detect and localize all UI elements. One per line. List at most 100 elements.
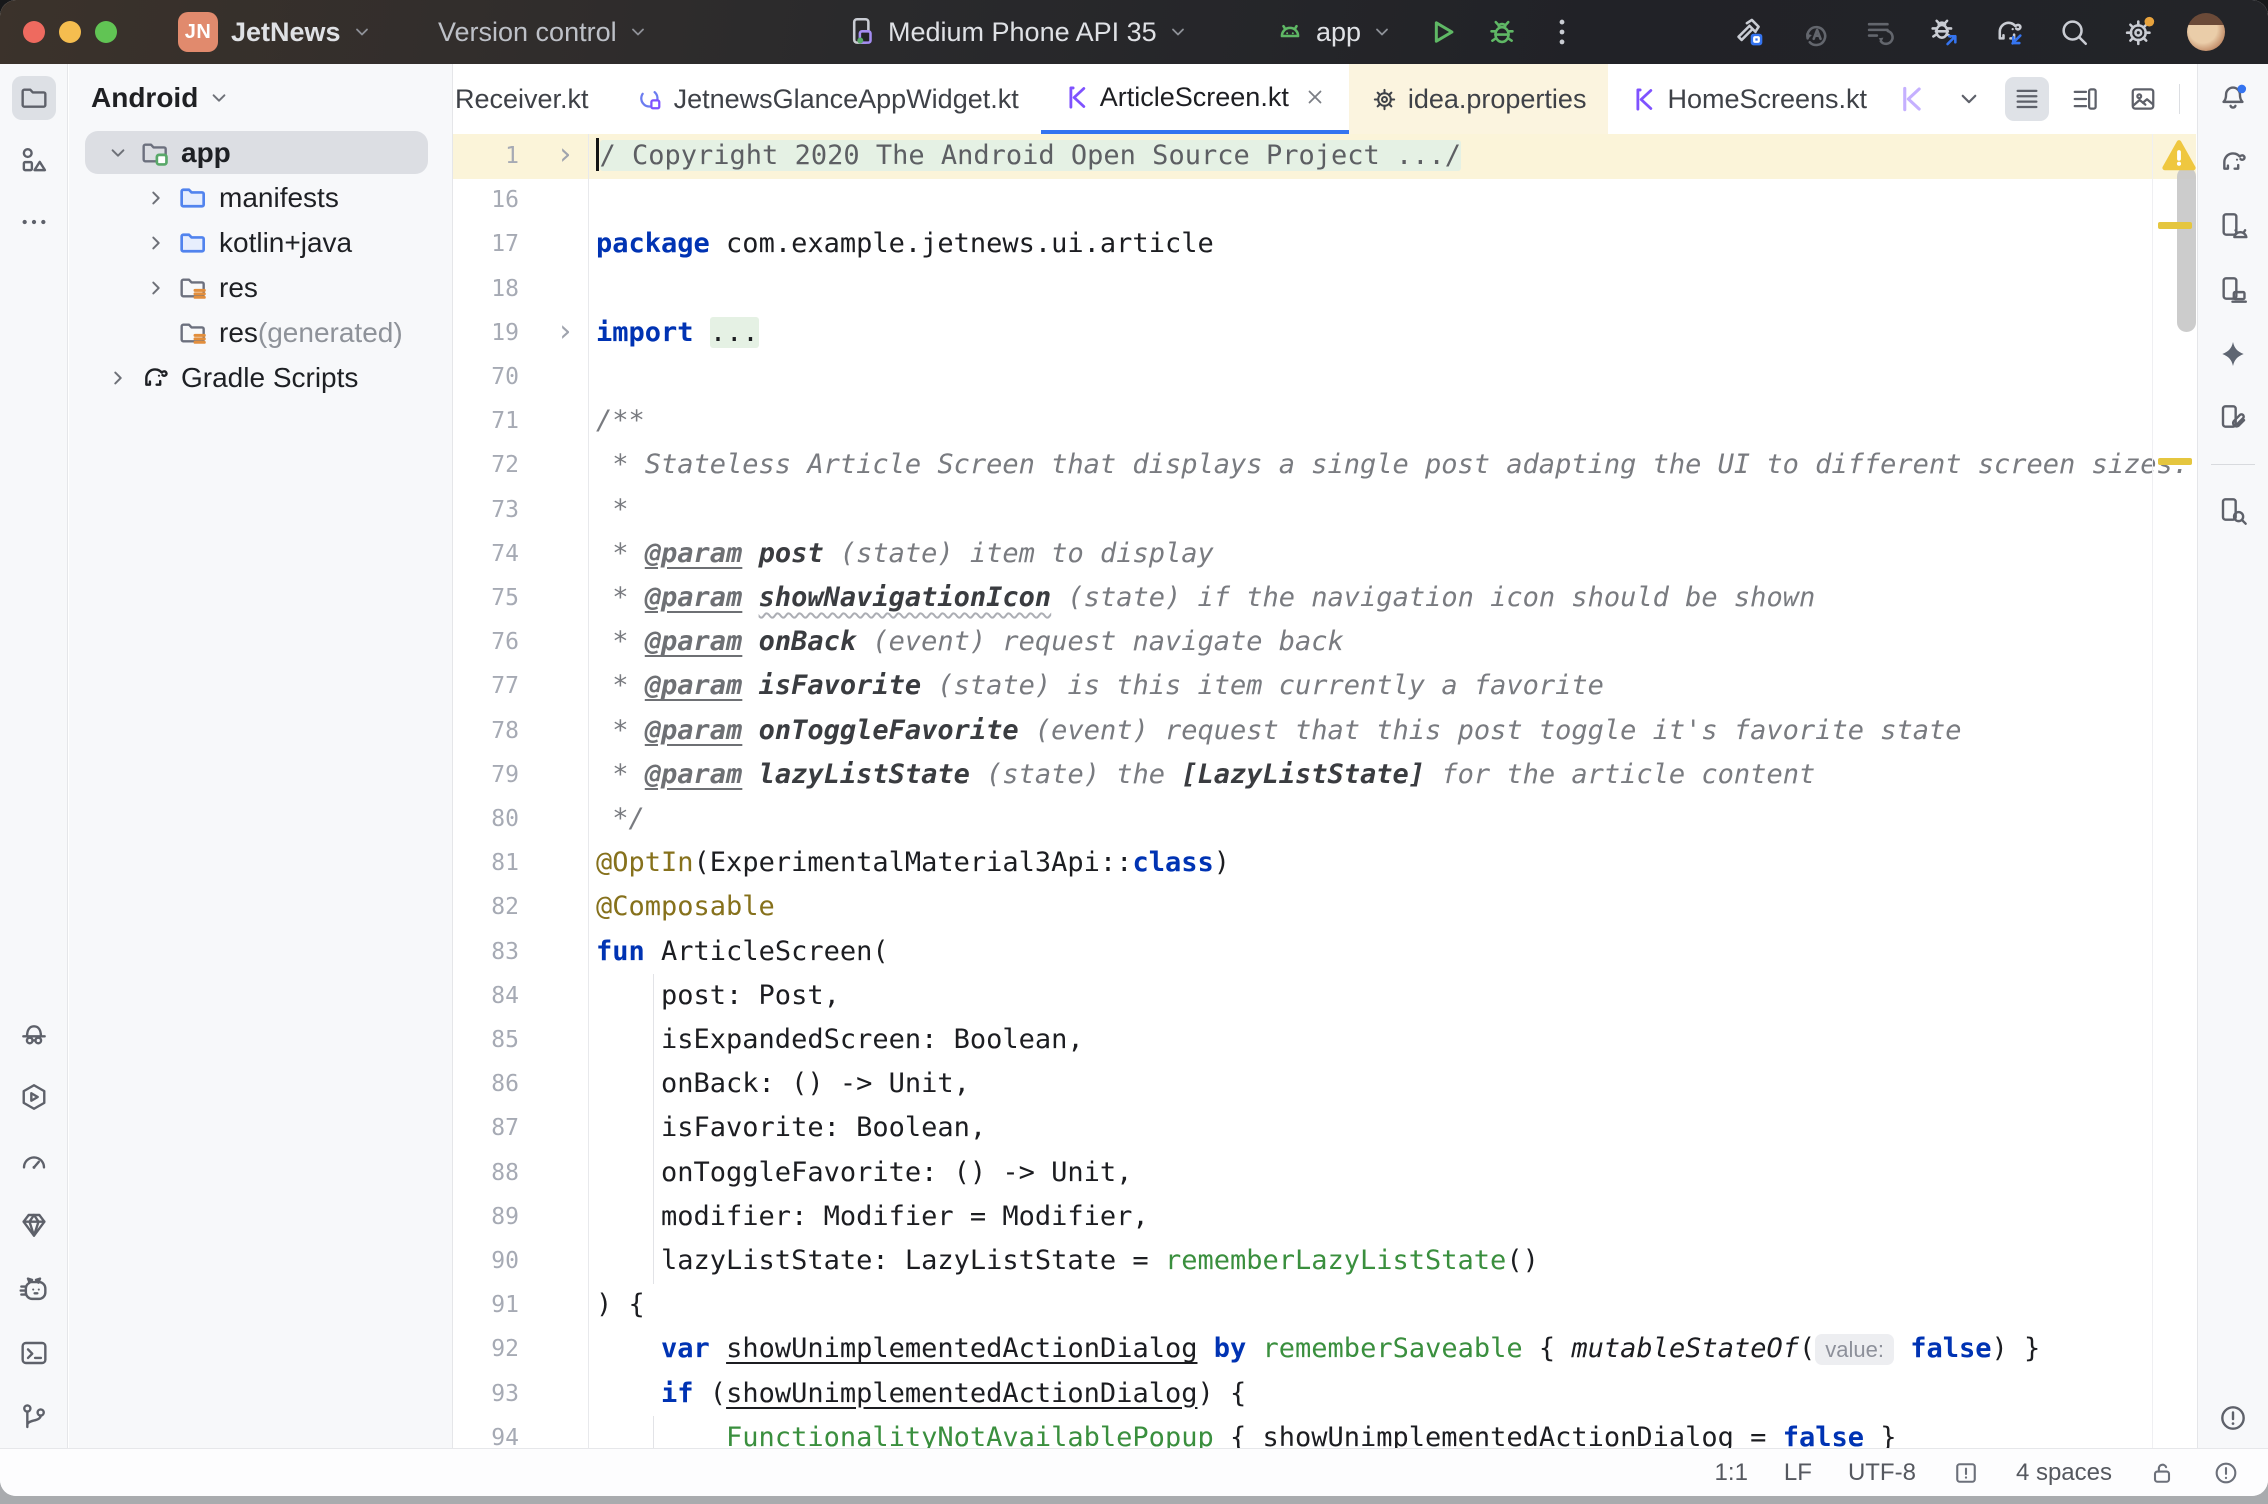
tree-item-kotlin+java[interactable]: kotlin+java bbox=[69, 220, 452, 265]
code-line-77[interactable]: 77 * @param isFavorite (state) is this i… bbox=[453, 664, 2196, 708]
tree-item-res-generated[interactable]: res (generated) bbox=[69, 310, 452, 355]
inspections-icon[interactable] bbox=[1952, 1459, 1980, 1487]
code-line-19[interactable]: 19›import ... bbox=[453, 311, 2196, 355]
profiler-icon[interactable] bbox=[12, 1139, 56, 1183]
error-circle-icon[interactable] bbox=[2212, 1459, 2240, 1487]
notifications-bell-icon[interactable] bbox=[2211, 76, 2255, 120]
unlock-icon[interactable] bbox=[2148, 1459, 2176, 1487]
more-actions-icon[interactable] bbox=[1545, 15, 1579, 49]
code-line-91[interactable]: 91) { bbox=[453, 1283, 2196, 1327]
device-manager-icon[interactable] bbox=[2211, 268, 2255, 312]
terminal-icon[interactable] bbox=[12, 1331, 56, 1375]
device-explorer-icon[interactable] bbox=[2211, 489, 2255, 533]
code-line-85[interactable]: 85 isExpandedScreen: Boolean, bbox=[453, 1018, 2196, 1062]
code-line-71[interactable]: 71/** bbox=[453, 399, 2196, 443]
tree-chevron-icon[interactable] bbox=[105, 365, 131, 391]
code-line-87[interactable]: 87 isFavorite: Boolean, bbox=[453, 1106, 2196, 1150]
build-hammer-icon[interactable] bbox=[1732, 15, 1766, 49]
code-line-72[interactable]: 72 * Stateless Article Screen that displ… bbox=[453, 443, 2196, 487]
code-line-16[interactable]: 16 bbox=[453, 178, 2196, 222]
project-view-mode-selector[interactable]: Android bbox=[91, 82, 240, 114]
code-line-1[interactable]: 1›/ Copyright 2020 The Android Open Sour… bbox=[453, 134, 2196, 178]
fold-arrow-icon[interactable]: › bbox=[556, 134, 582, 176]
fold-arrow-icon[interactable]: › bbox=[556, 311, 582, 353]
problems-icon[interactable] bbox=[2211, 1396, 2255, 1440]
window-minimize-button[interactable] bbox=[59, 21, 81, 43]
resource-manager-icon[interactable] bbox=[12, 138, 56, 182]
gradle-sync-icon[interactable] bbox=[1992, 15, 2026, 49]
code-line-76[interactable]: 76 * @param onBack (event) request navig… bbox=[453, 620, 2196, 664]
kotlin-file-icon-faded[interactable] bbox=[1889, 77, 1933, 121]
code-line-94[interactable]: 94 FunctionalityNotAvailablePopup { show… bbox=[453, 1416, 2196, 1448]
editor-scrollbar-thumb[interactable] bbox=[2177, 167, 2196, 332]
device-pairing-icon[interactable] bbox=[2211, 396, 2255, 440]
preview-icon[interactable] bbox=[2121, 77, 2165, 121]
running-devices-icon[interactable] bbox=[2211, 204, 2255, 248]
close-tab-icon[interactable] bbox=[1303, 85, 1327, 109]
inspections-warning-icon[interactable] bbox=[2160, 137, 2196, 175]
code-line-81[interactable]: 81@OptIn(ExperimentalMaterial3Api::class… bbox=[453, 841, 2196, 885]
caret-position-widget[interactable]: 1:1 bbox=[1715, 1459, 1748, 1487]
code-line-80[interactable]: 80 */ bbox=[453, 797, 2196, 841]
tree-chevron-icon[interactable] bbox=[143, 185, 169, 211]
gemini-sparkle-icon[interactable] bbox=[2211, 332, 2255, 376]
code-line-70[interactable]: 70 bbox=[453, 355, 2196, 399]
code-line-82[interactable]: 82@Composable bbox=[453, 885, 2196, 929]
tree-chevron-icon[interactable] bbox=[143, 230, 169, 256]
code-line-86[interactable]: 86 onBack: () -> Unit, bbox=[453, 1062, 2196, 1106]
warning-stripe-mark[interactable] bbox=[2158, 458, 2192, 465]
code-line-83[interactable]: 83fun ArticleScreen( bbox=[453, 930, 2196, 974]
structure-split-icon[interactable] bbox=[2063, 77, 2107, 121]
device-selector[interactable]: Medium Phone API 35 bbox=[845, 0, 1190, 64]
gradle-icon[interactable] bbox=[2211, 140, 2255, 184]
warning-stripe-mark[interactable] bbox=[2158, 222, 2192, 229]
line-separator-widget[interactable]: LF bbox=[1784, 1459, 1812, 1487]
event-log-icon[interactable] bbox=[1862, 15, 1896, 49]
code-line-93[interactable]: 93 if (showUnimplementedActionDialog) { bbox=[453, 1372, 2196, 1416]
settings-icon[interactable] bbox=[2122, 15, 2156, 49]
code-line-75[interactable]: 75 * @param showNavigationIcon (state) i… bbox=[453, 576, 2196, 620]
user-avatar[interactable] bbox=[2187, 13, 2225, 51]
code-line-90[interactable]: 90 lazyListState: LazyListState = rememb… bbox=[453, 1239, 2196, 1283]
app-quality-insights-icon[interactable] bbox=[12, 1011, 56, 1055]
hexagon-play-icon[interactable] bbox=[12, 1075, 56, 1119]
chevron-down-icon[interactable] bbox=[1947, 77, 1991, 121]
project-folder-icon[interactable] bbox=[12, 76, 56, 120]
project-menu[interactable]: JetNews bbox=[231, 0, 374, 64]
code-line-92[interactable]: 92 var showUnimplementedActionDialog by … bbox=[453, 1327, 2196, 1371]
more-tool-windows-icon[interactable] bbox=[12, 200, 56, 244]
reader-mode-icon[interactable] bbox=[2005, 77, 2049, 121]
run-configuration-selector[interactable]: app bbox=[1273, 0, 1394, 64]
tree-chevron-icon[interactable] bbox=[105, 140, 131, 166]
attach-debugger-icon[interactable] bbox=[1927, 15, 1961, 49]
tree-item-manifests[interactable]: manifests bbox=[69, 175, 452, 220]
tree-chevron-icon[interactable] bbox=[143, 275, 169, 301]
editor-tab-Receiver.kt[interactable]: Receiver.kt bbox=[453, 64, 615, 134]
code-line-84[interactable]: 84 post: Post, bbox=[453, 974, 2196, 1018]
code-line-88[interactable]: 88 onToggleFavorite: () -> Unit, bbox=[453, 1151, 2196, 1195]
editor-tab-JetnewsGlanceAppWidget.kt[interactable]: JetnewsGlanceAppWidget.kt bbox=[615, 64, 1041, 134]
code-line-74[interactable]: 74 * @param post (state) item to display bbox=[453, 532, 2196, 576]
code-line-89[interactable]: 89 modifier: Modifier = Modifier, bbox=[453, 1195, 2196, 1239]
git-icon[interactable] bbox=[12, 1395, 56, 1439]
apply-changes-icon[interactable] bbox=[1797, 15, 1831, 49]
code-line-17[interactable]: 17package com.example.jetnews.ui.article bbox=[453, 222, 2196, 266]
code-line-78[interactable]: 78 * @param onToggleFavorite (event) req… bbox=[453, 709, 2196, 753]
indent-widget[interactable]: 4 spaces bbox=[2016, 1459, 2112, 1487]
app-inspection-icon[interactable] bbox=[12, 1203, 56, 1247]
tree-item-Gradle Scripts[interactable]: Gradle Scripts bbox=[69, 355, 452, 400]
code-line-73[interactable]: 73 * bbox=[453, 488, 2196, 532]
code-line-18[interactable]: 18 bbox=[453, 267, 2196, 311]
editor-tab-HomeScreens.kt[interactable]: HomeScreens.kt bbox=[1608, 64, 1889, 134]
version-control-menu[interactable]: Version control bbox=[438, 0, 650, 64]
logcat-icon[interactable] bbox=[12, 1267, 56, 1311]
tree-item-res[interactable]: res bbox=[69, 265, 452, 310]
tree-item-app[interactable]: app bbox=[69, 130, 452, 175]
editor-tab-idea.properties[interactable]: idea.properties bbox=[1349, 64, 1609, 134]
encoding-widget[interactable]: UTF-8 bbox=[1848, 1459, 1916, 1487]
code-editor[interactable]: 1›/ Copyright 2020 The Android Open Sour… bbox=[453, 134, 2196, 1448]
code-line-79[interactable]: 79 * @param lazyListState (state) the [L… bbox=[453, 753, 2196, 797]
window-maximize-button[interactable] bbox=[95, 21, 117, 43]
debug-icon[interactable] bbox=[1485, 15, 1519, 49]
run-icon[interactable] bbox=[1425, 15, 1459, 49]
